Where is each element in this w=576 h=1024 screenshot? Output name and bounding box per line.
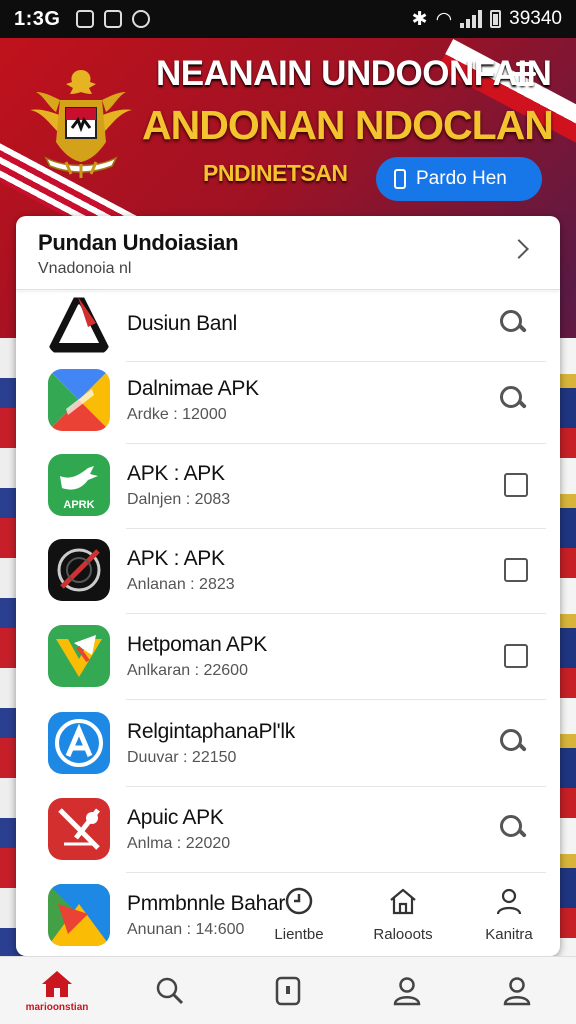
svg-text:APRK: APRK [63,499,94,511]
notification-icon-1 [76,10,95,28]
nav-account[interactable] [362,957,452,1024]
app-list-item[interactable]: Apuic APK Anlma : 22020 [16,786,560,872]
person-icon [496,888,522,915]
floating-action-label: Kanitra [485,926,533,943]
app-list-item[interactable]: APRK APK : APK Dalnjen : 2083 [16,442,560,528]
download-button-label: Pardo Hen [416,168,507,189]
battery-icon [490,10,502,28]
app-meta: Anlkaran : 22600 [127,661,248,679]
app-name: RelgintaphanaPl'lk [127,719,295,743]
bluetooth-icon: ✱ [411,8,428,30]
checkbox-icon[interactable] [504,473,528,497]
checkbox-icon[interactable] [504,644,528,668]
app-icon [48,539,110,601]
app-icon [48,884,110,946]
app-name: Dalnimae APK [127,376,259,400]
checkbox-icon[interactable] [504,558,528,582]
banner-title-line2: ANDONAN NDOCLAN [142,102,554,148]
app-icon [48,625,110,687]
app-list-header[interactable]: Pundan Undoiasian Vnadonoia nl [16,216,560,290]
app-list-card: Pundan Undoiasian Vnadonoia nl Dusiun Ba… [16,216,560,956]
floating-action-label: Ralooots [373,926,433,943]
app-name: Dusiun Banl [127,312,237,335]
app-meta: Anlma : 22020 [127,834,231,852]
nav-device[interactable] [243,957,333,1024]
app-list-subheading: Vnadonoia nl [38,260,132,277]
app-name: Hetpoman APK [127,632,267,656]
home-icon [42,971,72,997]
banner-subtitle: PNDINETSAN [203,160,348,186]
app-icon: APRK [48,454,110,516]
search-icon[interactable] [500,386,528,414]
app-icon [48,798,110,860]
app-list-item[interactable]: Dusiun Banl [16,281,560,367]
app-list-heading: Pundan Undoiasian [38,230,239,255]
app-icon [48,712,110,774]
floating-action-history[interactable]: Lientbe [256,886,342,943]
app-list-item[interactable]: RelgintaphanaPl'lk Duuvar : 22150 [16,700,560,786]
status-bar: 1:3G ✱ ◠ 39340 [0,0,576,38]
bottom-nav: marioonstian [0,956,576,1024]
phone-icon [394,169,406,189]
status-time: 1:3G [14,7,61,30]
search-icon[interactable] [500,815,528,843]
notification-icon-2 [104,10,123,28]
search-icon[interactable] [500,310,528,338]
floating-action-home[interactable]: Ralooots [360,886,446,943]
garuda-emblem-icon [30,70,132,178]
download-button[interactable]: Pardo Hen [376,157,542,201]
app-meta: Dalnjen : 2083 [127,490,231,508]
nav-home-label: marioonstian [25,1002,89,1013]
nav-home[interactable]: marioonstian [12,957,102,1024]
app-list-item[interactable]: Hetpoman APK Anlkaran : 22600 [16,613,560,699]
app-name: Apuic APK [127,805,224,829]
menu-icon[interactable] [510,62,536,90]
app-list-item[interactable]: APK : APK Anlanan : 2823 [16,527,560,613]
home-outline-icon [390,888,416,915]
app-icon [48,293,110,355]
app-icon [48,369,110,431]
signal-icon [460,10,483,28]
device-icon [275,976,301,1006]
app-list-item[interactable]: Dalnimae APK Ardke : 12000 [16,357,560,443]
history-icon [285,887,313,915]
notification-icon-3 [132,10,151,28]
notification-icons [76,10,151,28]
banner-title-line1: NEANAIN UNDOONFAIN [156,54,552,93]
app-meta: Ardke : 12000 [127,405,227,423]
status-right-text: 39340 [509,8,562,29]
search-icon[interactable] [500,729,528,757]
app-name: APK : APK [127,461,225,485]
nav-search[interactable] [125,957,215,1024]
floating-action-profile[interactable]: Kanitra [466,886,552,943]
person-icon [503,977,531,1006]
app-meta: Duuvar : 22150 [127,748,237,766]
search-icon [156,977,184,1005]
wifi-icon: ◠ [435,8,453,30]
app-meta: Anlanan : 2823 [127,575,235,593]
person-icon [393,977,421,1006]
nav-profile[interactable] [472,957,562,1024]
floating-action-label: Lientbe [274,926,324,943]
app-name: APK : APK [127,546,225,570]
